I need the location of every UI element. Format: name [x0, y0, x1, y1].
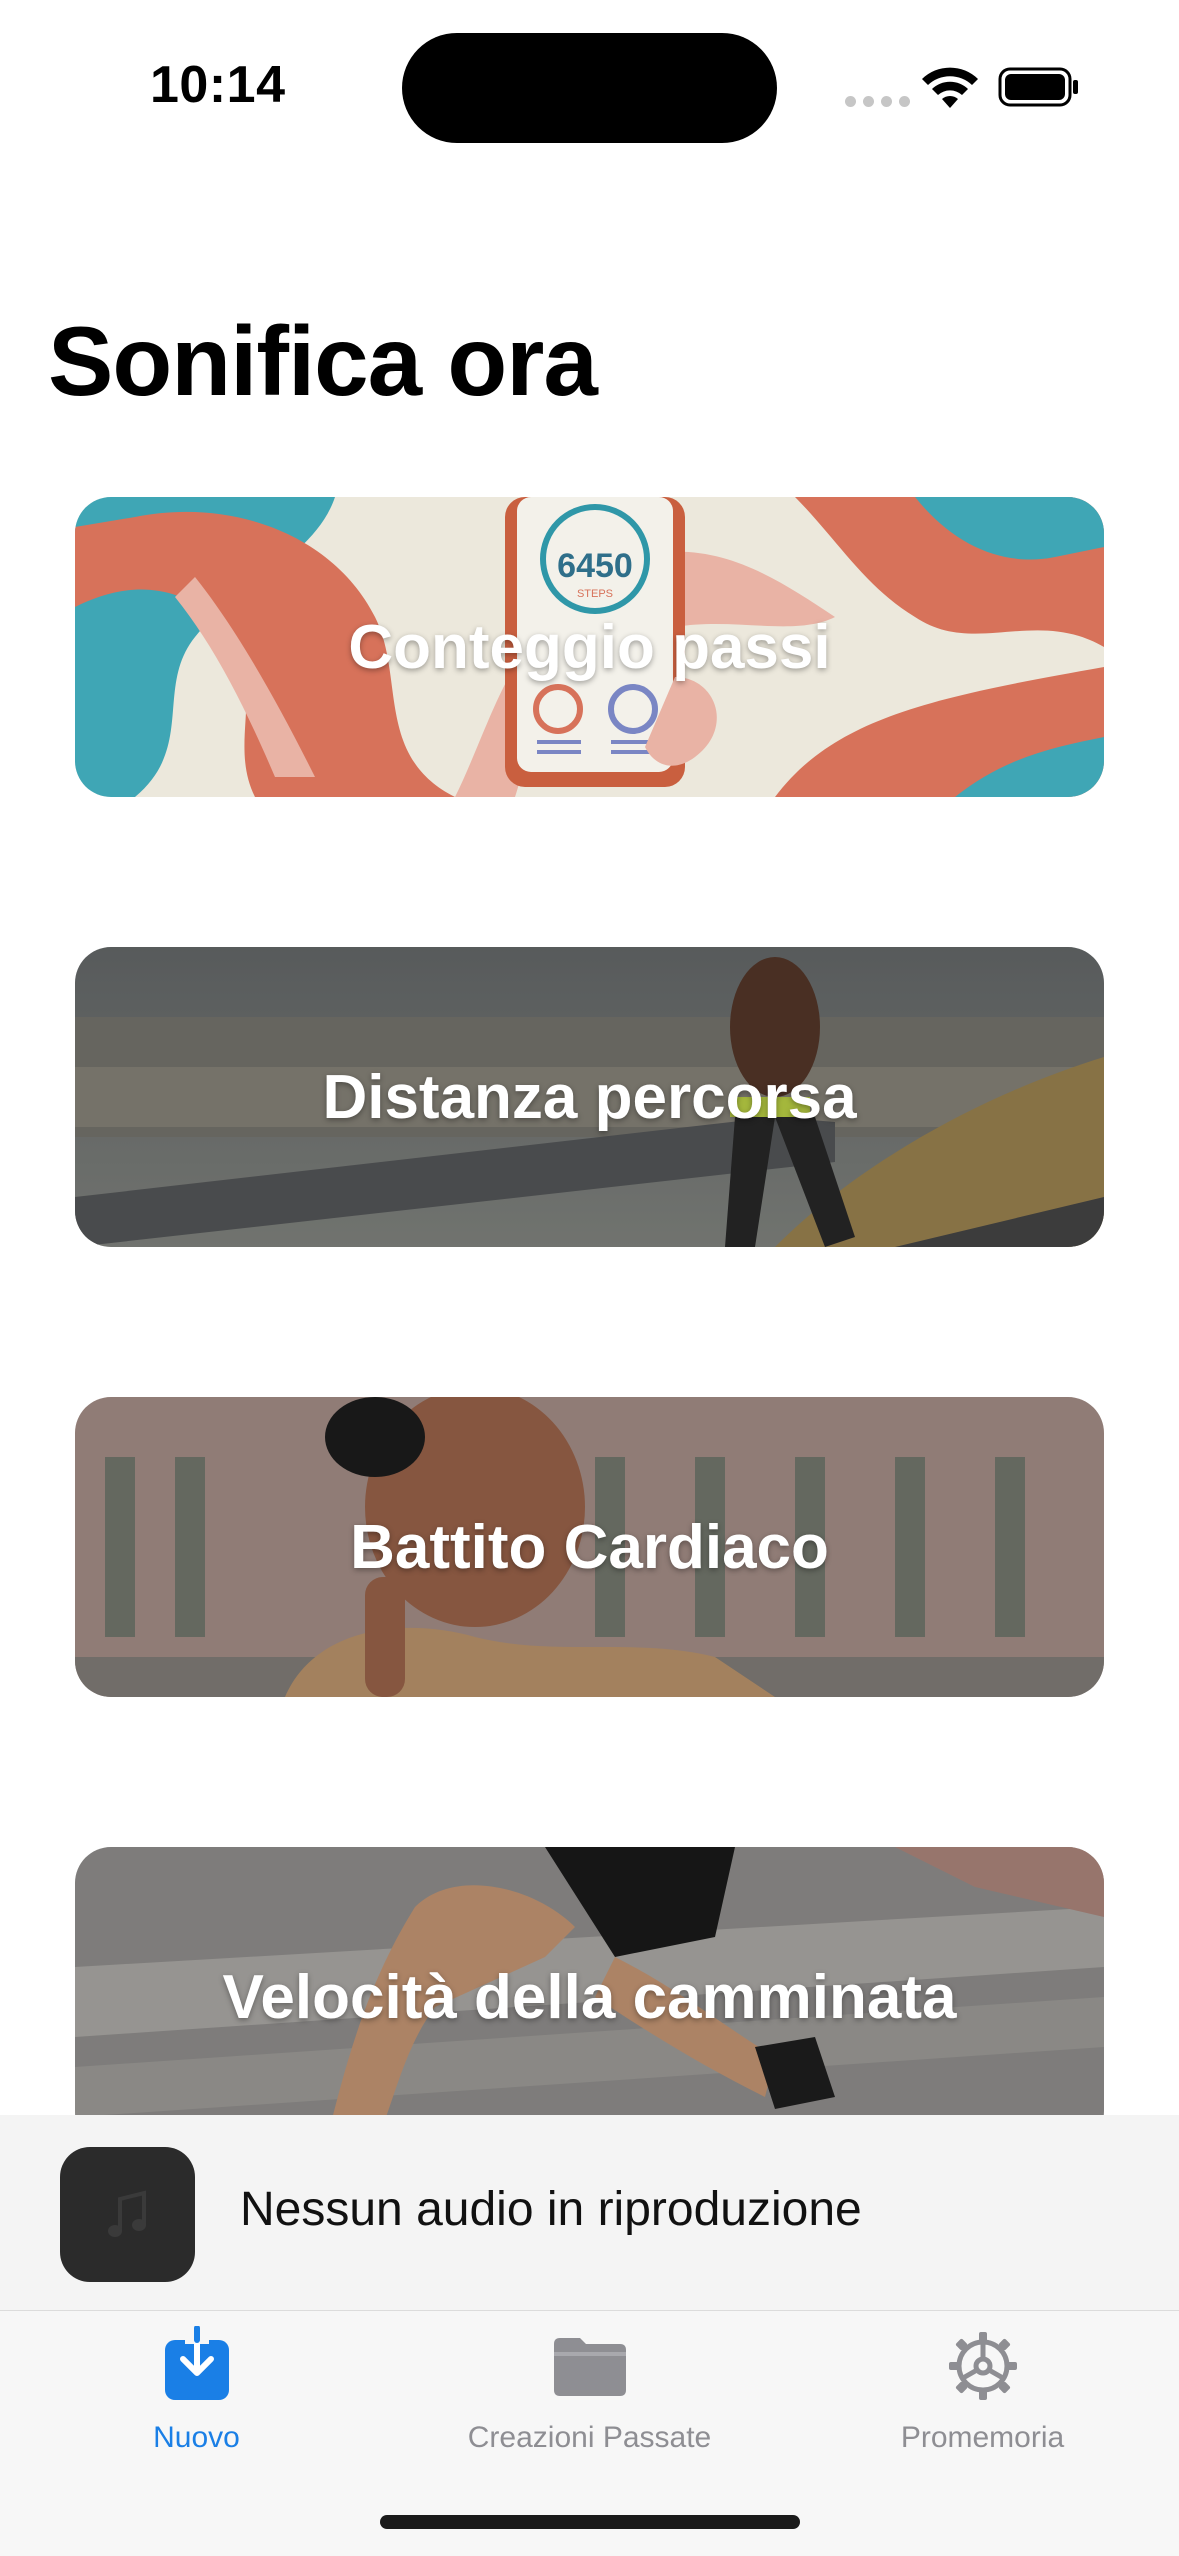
battery-icon: [998, 67, 1078, 107]
now-playing-bar[interactable]: Nessun audio in riproduzione: [0, 2115, 1179, 2311]
page-title: Sonifica ora: [48, 306, 598, 416]
cellular-signal-icon: [845, 96, 910, 107]
folder-icon: [553, 2338, 626, 2396]
dynamic-island: [402, 33, 777, 143]
card-walking-speed[interactable]: Velocità della camminata: [75, 1847, 1104, 2147]
card-label: Velocità della camminata: [222, 1962, 957, 2032]
steps-unit-text: STEPS: [577, 588, 613, 600]
gear-icon: [948, 2332, 1017, 2400]
now-playing-text: Nessun audio in riproduzione: [240, 2183, 862, 2236]
steps-value-text: 6450: [557, 547, 633, 585]
wifi-icon: [922, 67, 978, 108]
tab-nuovo[interactable]: Nuovo: [0, 2311, 393, 2461]
tab-label: Creazioni Passate: [467, 2421, 712, 2454]
tab-creazioni-passate[interactable]: Creazioni Passate: [393, 2311, 786, 2461]
card-label: Battito Cardiaco: [350, 1512, 829, 1582]
card-distance[interactable]: Distanza percorsa: [75, 947, 1104, 1247]
card-step-count[interactable]: 6450 STEPS Conteggio passi: [75, 497, 1104, 797]
card-label: Conteggio passi: [348, 612, 831, 682]
tab-promemoria[interactable]: Promemoria: [786, 2311, 1179, 2461]
status-bar: 10:14: [0, 0, 1179, 170]
tab-label: Nuovo: [153, 2421, 240, 2454]
tab-label: Promemoria: [900, 2421, 1065, 2454]
artwork-placeholder: [60, 2147, 195, 2282]
card-heart-rate[interactable]: Battito Cardiaco: [75, 1397, 1104, 1697]
status-time: 10:14: [150, 56, 286, 114]
download-tray-icon: [164, 2326, 229, 2400]
card-label: Distanza percorsa: [322, 1062, 857, 1132]
music-note-icon: [107, 2189, 146, 2237]
home-indicator[interactable]: [380, 2515, 800, 2529]
